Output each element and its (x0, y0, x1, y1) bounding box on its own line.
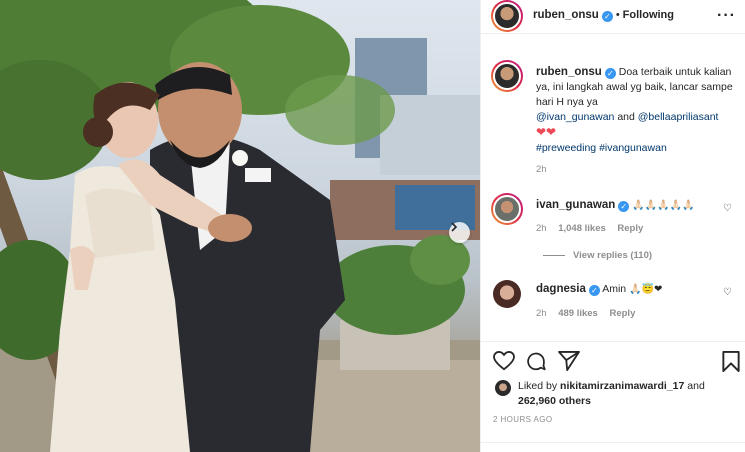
mention-ivan[interactable]: @ivan_gunawan (536, 111, 614, 123)
likes-others-count[interactable]: 262,960 others (518, 395, 591, 407)
author-username[interactable]: ruben_onsu (533, 9, 599, 21)
caption-author-avatar[interactable] (491, 60, 523, 92)
post-actions: Liked by nikitamirzanimawardi_17 and 262… (481, 341, 745, 452)
commenter-username[interactable]: dagnesia (536, 283, 586, 295)
hashtag-ivangunawan[interactable]: #ivangunawan (599, 142, 667, 154)
likes-summary: Liked by nikitamirzanimawardi_17 and 262… (518, 379, 738, 409)
caption-author-username[interactable]: ruben_onsu (536, 66, 602, 78)
commenter-username[interactable]: ivan_gunawan (536, 199, 615, 211)
likes-and: and (687, 380, 705, 392)
reply-button[interactable]: Reply (609, 308, 635, 319)
separator-dot: • (615, 9, 620, 21)
commenter-avatar[interactable] (491, 193, 523, 225)
comment-emoji: 🙏🏻😇❤ (629, 284, 663, 295)
verified-badge-icon: ✓ (604, 68, 616, 79)
author-avatar[interactable] (491, 0, 523, 32)
liker-username[interactable]: nikitamirzanimawardi_17 (560, 380, 684, 392)
paper-plane-icon[interactable] (558, 351, 580, 371)
comment-time: 2h (536, 308, 547, 319)
bookmark-icon[interactable] (722, 351, 740, 372)
reply-button[interactable]: Reply (617, 223, 643, 234)
liker-avatar[interactable] (495, 380, 511, 396)
wedding-photo-illustration (0, 0, 480, 452)
white-building (380, 95, 480, 175)
verified-badge-icon: ✓ (601, 11, 613, 22)
comment-icon[interactable] (525, 351, 547, 372)
bride-bun (83, 117, 113, 147)
commenter-avatar[interactable] (493, 280, 521, 308)
comment-time: 2h (536, 223, 547, 234)
more-options-icon[interactable]: ··· (717, 7, 736, 25)
post-header: ruben_onsu ✓ • Following ··· (481, 0, 745, 34)
heart-icon[interactable] (493, 351, 515, 371)
groom-hand (208, 214, 252, 242)
view-replies-button[interactable]: View replies (110) (543, 250, 652, 261)
pocket-square (245, 168, 271, 182)
comment-like-heart-icon[interactable]: ♡ (723, 287, 732, 298)
post-side-panel: ruben_onsu ✓ • Following ··· ruben_onsu ✓ Do… (480, 0, 745, 452)
liked-by-label: Liked by (518, 380, 558, 392)
verified-badge-icon: ✓ (588, 285, 600, 296)
comment-likes[interactable]: 489 likes (558, 308, 598, 319)
add-comment-area[interactable] (481, 442, 745, 452)
boutonniere (232, 150, 248, 166)
mention-bella[interactable]: @bellaapriliasant (638, 111, 719, 123)
heart-emoji-icon: ❤❤ (536, 125, 557, 139)
chevron-right-icon (451, 222, 458, 232)
hashtag-preweeding[interactable]: #preweeding (536, 142, 596, 154)
comment-likes[interactable]: 1,048 likes (558, 223, 606, 234)
following-button[interactable]: Following (623, 9, 674, 21)
comment-text: Amin (602, 283, 627, 295)
comment-emoji: 🙏🏻🙏🏻🙏🏻🙏🏻🙏🏻 (632, 200, 695, 211)
caption-time: 2h (536, 164, 547, 175)
post-photo[interactable] (0, 0, 480, 452)
post-timestamp[interactable]: 2 HOURS AGO (493, 415, 553, 424)
carousel-next-button[interactable] (449, 222, 470, 243)
caption-and: and (617, 111, 635, 123)
comment-like-heart-icon[interactable]: ♡ (723, 203, 732, 214)
verified-badge-icon: ✓ (618, 201, 630, 212)
